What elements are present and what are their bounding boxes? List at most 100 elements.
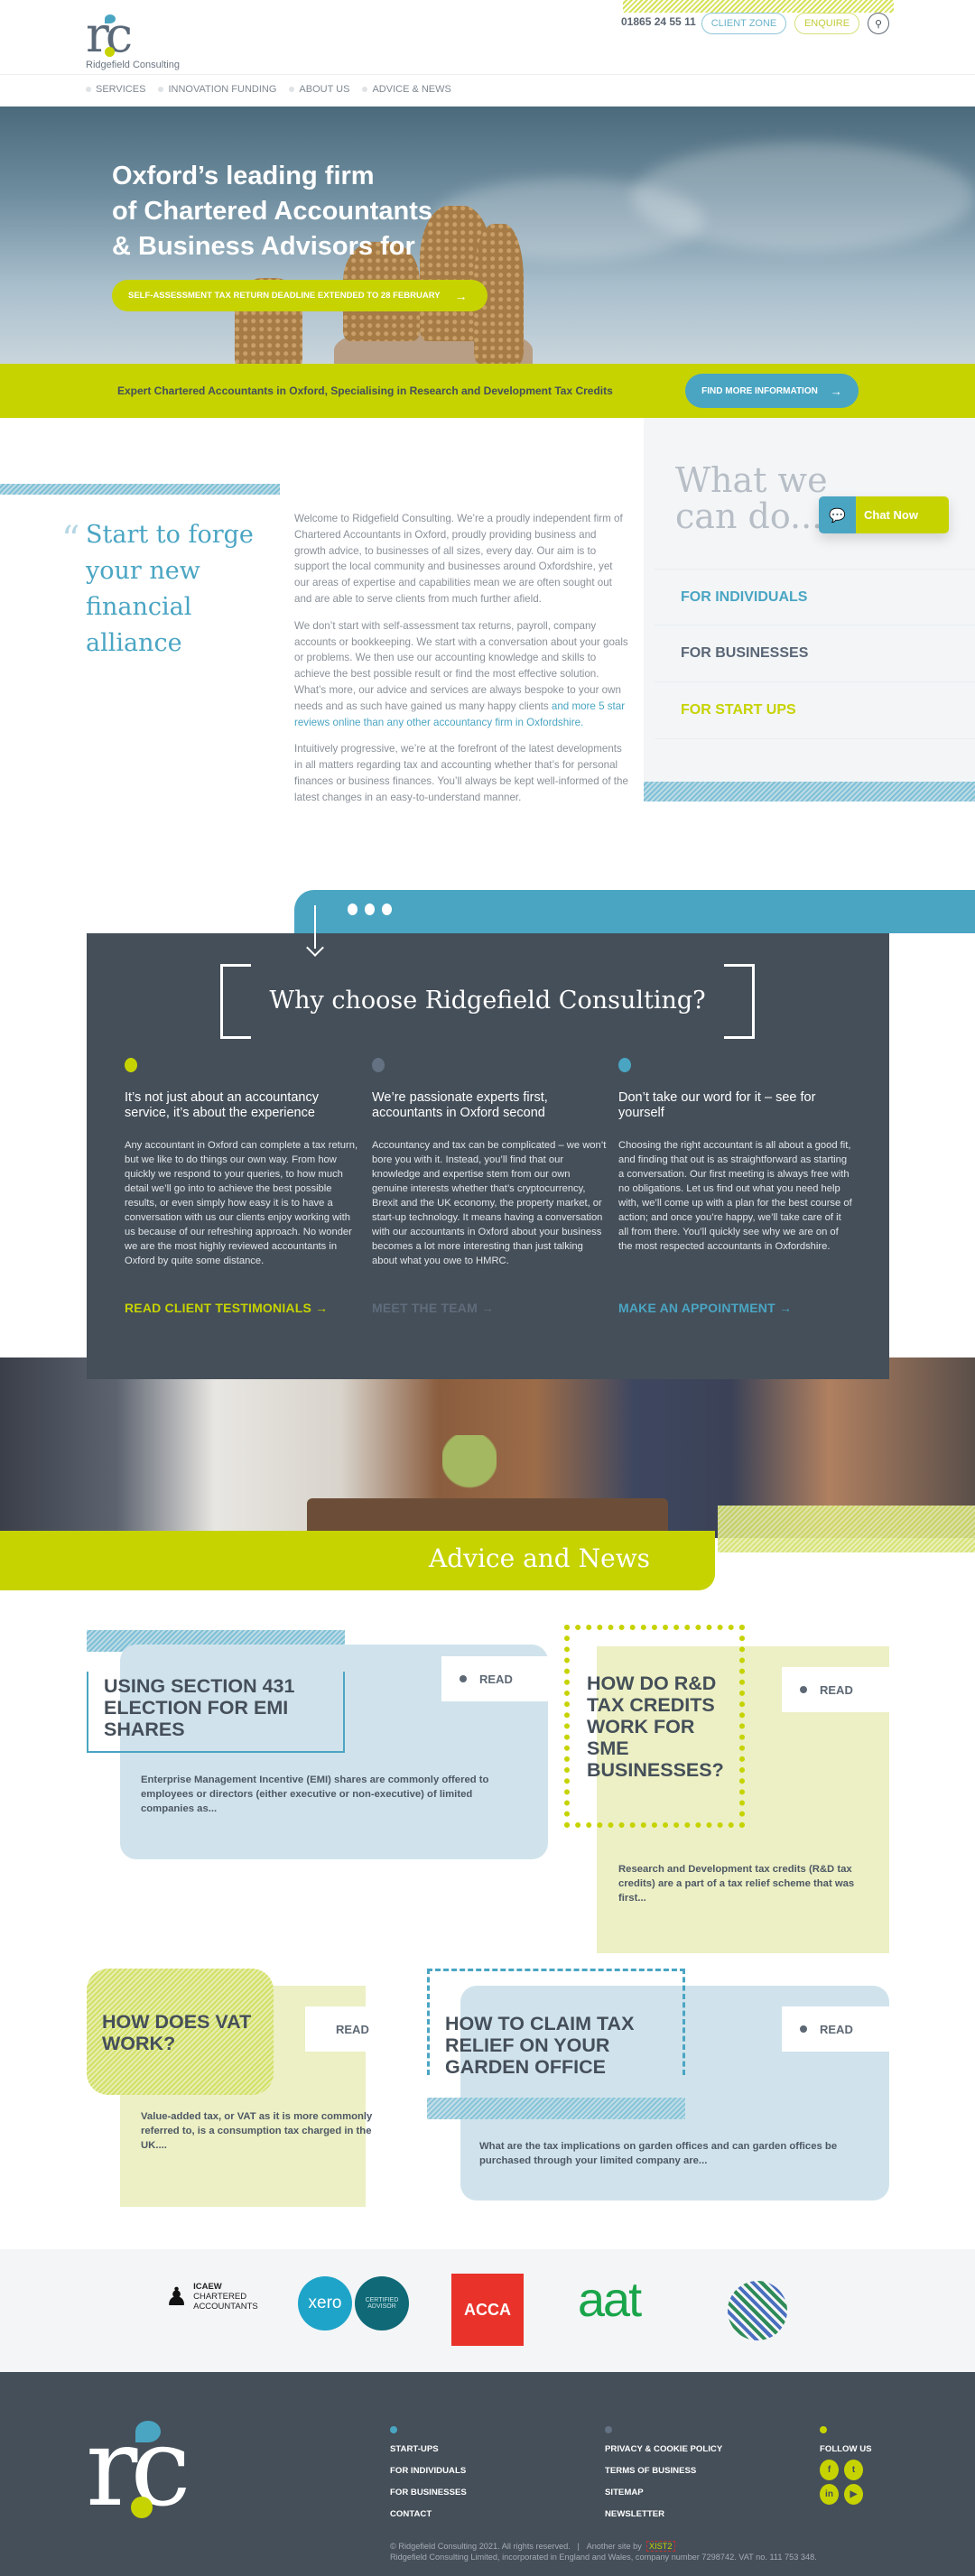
decorative-stripe: [427, 2098, 685, 2119]
client-zone-button[interactable]: CLIENT ZONE: [701, 13, 786, 34]
dots-decoration: [348, 903, 392, 915]
intro-paragraph: Welcome to Ridgefield Consulting. We’re …: [294, 513, 623, 605]
decorative-stripe: [644, 782, 975, 802]
read-label: READ: [336, 2022, 369, 2036]
chat-icon: 💬: [819, 496, 856, 533]
bullet-icon: [372, 1058, 385, 1072]
arrow-right-icon: →: [454, 288, 468, 303]
deadline-announcement-button[interactable]: SELF-ASSESSMENT TAX RETURN DEADLINE EXTE…: [112, 280, 488, 311]
chat-now-button[interactable]: 💬 Chat Now: [819, 496, 949, 533]
aat-logo: aat: [578, 2273, 642, 2327]
logo-mark: rc: [86, 6, 133, 63]
youtube-icon[interactable]: ▶: [844, 2484, 863, 2505]
why-column: We’re passionate experts first, accounta…: [372, 1058, 607, 1315]
read-client-testimonials-link[interactable]: READ CLIENT TESTIMONIALS →: [125, 1301, 359, 1315]
header-decoration: [623, 0, 894, 13]
meet-the-team-link[interactable]: MEET THE TEAM →: [372, 1301, 607, 1315]
footer-link-for-individuals[interactable]: FOR INDIVIDUALS: [390, 2466, 467, 2476]
make-an-appointment-link[interactable]: MAKE AN APPOINTMENT →: [618, 1301, 853, 1315]
separator: |: [577, 2542, 580, 2551]
footer-link-contact[interactable]: CONTACT: [390, 2509, 467, 2519]
social-links: f t in ▶: [820, 2460, 863, 2505]
service-link-individuals[interactable]: FOR INDIVIDUALS: [655, 569, 975, 625]
read-button[interactable]: READ: [441, 1656, 550, 1701]
column-heading: We’re passionate experts first, accounta…: [372, 1090, 548, 1120]
bullet-icon: [820, 2426, 827, 2433]
service-label: FOR BUSINESSES: [681, 645, 809, 661]
nav-label: INNOVATION FUNDING: [168, 84, 277, 95]
nav-item-about-us[interactable]: ABOUT US: [289, 84, 349, 95]
service-link-businesses[interactable]: FOR BUSINESSES: [655, 625, 975, 682]
bullet-icon: [800, 1686, 807, 1693]
agency-link[interactable]: XIST2: [645, 2541, 675, 2552]
footer-link-newsletter[interactable]: NEWSLETTER: [605, 2509, 722, 2519]
hero-title: Oxford’s leading firm of Chartered Accou…: [112, 162, 433, 261]
logo[interactable]: rc Ridgefield Consulting: [86, 6, 194, 71]
facebook-icon[interactable]: f: [820, 2460, 839, 2480]
intro-text: Welcome to Ridgefield Consulting. We’re …: [294, 511, 630, 817]
button-label: FIND MORE INFORMATION: [701, 385, 818, 396]
nav-item-innovation-funding[interactable]: INNOVATION FUNDING: [158, 84, 276, 95]
card-title[interactable]: HOW DO R&D TAX CREDITS WORK FOR SME BUSI…: [587, 1673, 731, 1781]
footer-logo[interactable]: rc: [86, 2414, 191, 2523]
read-button[interactable]: READ: [782, 2006, 890, 2052]
bullet-icon: [800, 2025, 807, 2033]
footer-links-legal: PRIVACY & COOKIE POLICY TERMS OF BUSINES…: [605, 2444, 722, 2519]
bullet-icon: [618, 1058, 631, 1072]
twitter-icon[interactable]: t: [844, 2460, 863, 2480]
why-choose-section-bottom: [87, 1357, 889, 1379]
nav-item-advice-news[interactable]: ADVICE & NEWS: [362, 84, 451, 95]
service-link-start-ups[interactable]: FOR START UPS: [655, 682, 975, 739]
read-label: READ: [820, 1682, 853, 1697]
chat-label: Chat Now: [856, 496, 949, 533]
copyright: © Ridgefield Consulting 2021. All rights…: [390, 2541, 817, 2562]
intro-paragraph: We don’t start with self-assessment tax …: [294, 619, 628, 728]
find-more-information-button[interactable]: FIND MORE INFORMATION →: [685, 374, 859, 408]
plant-image: [442, 1435, 497, 1516]
card-title[interactable]: HOW DOES VAT WORK?: [102, 2011, 265, 2054]
cta-label: SELF-ASSESSMENT TAX RETURN DEADLINE EXTE…: [128, 291, 441, 301]
footer-link-privacy[interactable]: PRIVACY & COOKIE POLICY: [605, 2444, 722, 2454]
read-button[interactable]: READ: [305, 2006, 369, 2052]
bullet-icon: [390, 2426, 397, 2433]
nav-item-services[interactable]: SERVICES: [86, 84, 145, 95]
card-excerpt: What are the tax implications on garden …: [479, 2141, 838, 2166]
footer-link-for-businesses[interactable]: FOR BUSINESSES: [390, 2488, 467, 2497]
footer-link-terms[interactable]: TERMS OF BUSINESS: [605, 2466, 722, 2476]
footer-link-start-ups[interactable]: START-UPS: [390, 2444, 467, 2454]
card-excerpt: Research and Development tax credits (R&…: [618, 1864, 855, 1904]
follow-us-label: FOLLOW US: [820, 2444, 872, 2454]
nav-label: ABOUT US: [299, 84, 350, 95]
bullet-icon: [158, 87, 164, 92]
main-nav: SERVICES INNOVATION FUNDING ABOUT US ADV…: [86, 84, 451, 95]
decorative-stripe: [718, 1506, 975, 1552]
footer-link-sitemap[interactable]: SITEMAP: [605, 2488, 722, 2497]
enquire-button[interactable]: ENQUIRE: [794, 13, 859, 34]
column-heading: It’s not just about an accountancy servi…: [125, 1090, 319, 1120]
phone-number[interactable]: 01865 24 55 11: [621, 15, 696, 28]
service-label: FOR START UPS: [681, 702, 796, 718]
column-body: Accountancy and tax can be complicated –…: [372, 1140, 607, 1266]
quote-icon: “: [61, 519, 80, 561]
acca-logo: ACCA: [451, 2274, 524, 2346]
linkedin-icon[interactable]: in: [820, 2484, 839, 2505]
read-button[interactable]: READ: [782, 1667, 890, 1712]
search-icon: ⚲: [874, 18, 883, 30]
arrow-right-icon: →: [830, 384, 842, 398]
header-divider: [0, 74, 975, 75]
cloud: [632, 143, 975, 251]
decorative-tab: [294, 890, 975, 933]
card-title[interactable]: HOW TO CLAIM TAX RELIEF ON YOUR GARDEN O…: [445, 2013, 662, 2078]
logo-accent: [135, 2421, 161, 2442]
logo-dot: [131, 2497, 153, 2518]
footer-links-services: START-UPS FOR INDIVIDUALS FOR BUSINESSES…: [390, 2444, 467, 2519]
bracket-left: [220, 964, 251, 1039]
card-title[interactable]: USING SECTION 431 ELECTION FOR EMI SHARE…: [104, 1675, 330, 1740]
band-text: Expert Chartered Accountants in Oxford, …: [117, 385, 613, 397]
why-choose-title: Why choose Ridgefield Consulting?: [269, 987, 706, 1015]
card-excerpt: Enterprise Management Incentive (EMI) sh…: [141, 1774, 489, 1814]
statue-icon: ♟: [165, 2283, 189, 2311]
bullet-icon: [289, 87, 295, 92]
search-button[interactable]: ⚲: [868, 13, 889, 34]
read-label: READ: [820, 2022, 853, 2036]
